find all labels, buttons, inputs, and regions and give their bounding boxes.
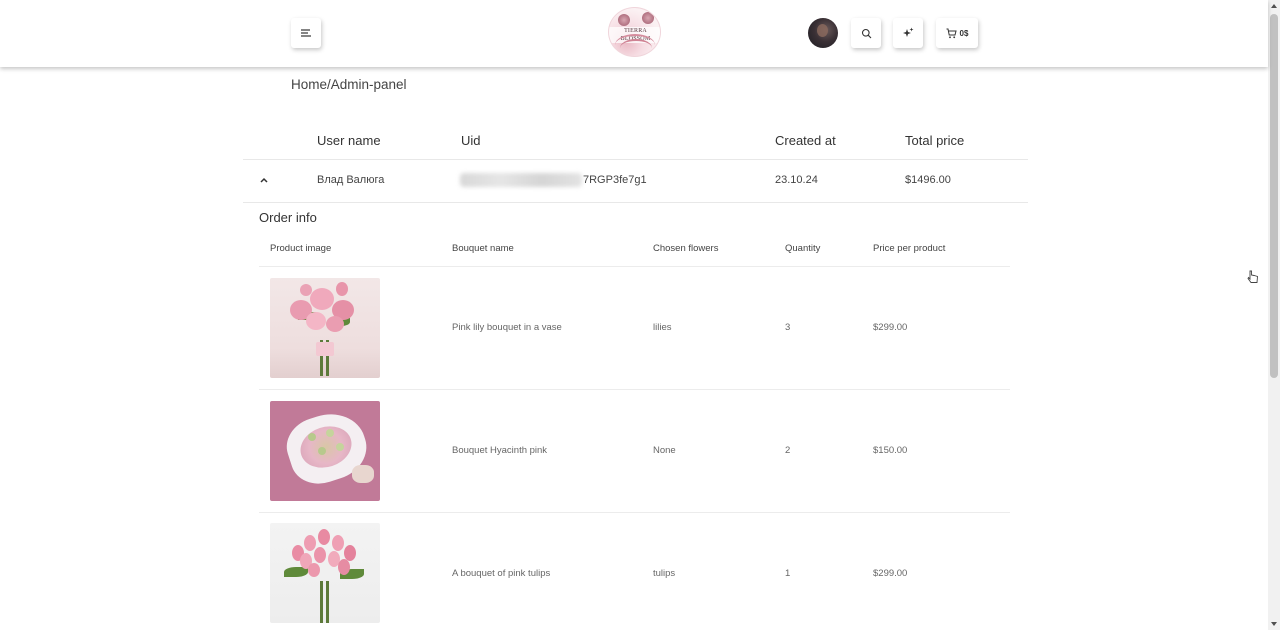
price-cell: $150.00 bbox=[873, 445, 908, 456]
vertical-scrollbar[interactable] bbox=[1268, 0, 1280, 630]
column-header-quantity: Quantity bbox=[785, 243, 821, 254]
bouquet-name-cell: Bouquet Hyacinth pink bbox=[452, 445, 548, 456]
quantity-cell: 1 bbox=[785, 568, 791, 579]
bouquet-name-cell: Pink lily bouquet in a vase bbox=[452, 322, 562, 333]
hand-cursor-icon bbox=[1247, 270, 1258, 283]
table-divider bbox=[259, 266, 1010, 267]
table-divider bbox=[243, 159, 1028, 160]
column-header-total-price: Total price bbox=[905, 133, 965, 148]
price-cell: $299.00 bbox=[873, 568, 908, 579]
table-divider bbox=[259, 512, 1010, 513]
search-button[interactable] bbox=[851, 18, 881, 48]
uid-cell: 7RGP3fe7g1 bbox=[583, 174, 647, 186]
order-info-title: Order info bbox=[259, 210, 317, 225]
user-name-cell: Влад Валюга bbox=[317, 174, 385, 186]
brand-logo[interactable]: TIERRA BLOSSOM bbox=[608, 7, 661, 57]
scroll-up-arrow-icon[interactable] bbox=[1271, 4, 1277, 8]
column-header-chosen-flowers: Chosen flowers bbox=[653, 243, 719, 254]
scrollbar-thumb[interactable] bbox=[1270, 14, 1278, 378]
table-divider bbox=[243, 202, 1028, 203]
table-divider bbox=[259, 389, 1010, 390]
chosen-flowers-cell: None bbox=[653, 445, 676, 456]
uid-redacted-part bbox=[460, 173, 582, 187]
quantity-cell: 3 bbox=[785, 322, 791, 333]
menu-icon bbox=[301, 29, 311, 37]
column-header-product-image: Product image bbox=[270, 243, 332, 254]
scroll-down-arrow-icon[interactable] bbox=[1271, 622, 1277, 626]
column-header-price-per-product: Price per product bbox=[873, 243, 946, 254]
user-avatar[interactable] bbox=[808, 18, 838, 48]
chosen-flowers-cell: tulips bbox=[653, 568, 676, 579]
top-header: TIERRA BLOSSOM 0$ bbox=[0, 0, 1268, 67]
ai-assistant-button[interactable] bbox=[893, 18, 923, 48]
quantity-cell: 2 bbox=[785, 445, 791, 456]
pink-lily-bouquet-image bbox=[270, 278, 380, 378]
pink-tulips-bouquet-image bbox=[270, 523, 380, 623]
column-header-bouquet-name: Bouquet name bbox=[452, 243, 514, 254]
search-icon bbox=[861, 28, 871, 38]
cart-icon bbox=[946, 28, 957, 38]
admin-panel-page: TIERRA BLOSSOM 0$ Home/Admin-panel User … bbox=[0, 0, 1280, 630]
column-header-user-name: User name bbox=[317, 133, 381, 148]
price-cell: $299.00 bbox=[873, 322, 908, 333]
bouquet-name-cell: A bouquet of pink tulips bbox=[452, 568, 551, 579]
cart-total: 0$ bbox=[959, 28, 969, 38]
column-header-created-at: Created at bbox=[775, 133, 836, 148]
sparkles-icon bbox=[903, 27, 914, 37]
hyacinth-bouquet-image bbox=[270, 401, 380, 501]
column-header-uid: Uid bbox=[461, 133, 481, 148]
breadcrumb: Home/Admin-panel bbox=[291, 77, 407, 92]
chosen-flowers-cell: lilies bbox=[653, 322, 672, 333]
chevron-up-icon[interactable] bbox=[259, 175, 269, 185]
created-at-cell: 23.10.24 bbox=[775, 174, 818, 186]
total-price-cell: $1496.00 bbox=[905, 174, 951, 186]
cart-button[interactable]: 0$ bbox=[936, 18, 978, 48]
menu-button[interactable] bbox=[291, 18, 321, 48]
